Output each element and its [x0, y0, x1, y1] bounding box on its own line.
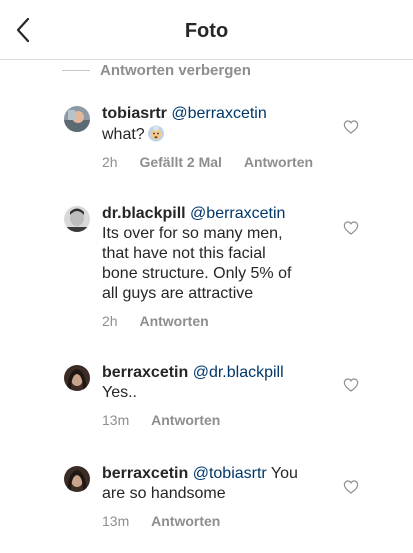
header: Foto — [0, 0, 413, 60]
comment-meta: 13m Antworten — [102, 412, 238, 428]
comment-time: 2h — [102, 154, 118, 170]
avatar[interactable] — [64, 206, 90, 232]
reply-button[interactable]: Antworten — [151, 513, 220, 529]
comment-text: all guys are attractive — [102, 285, 254, 302]
comment-text: Yes.. — [102, 384, 137, 401]
comment-time: 13m — [102, 412, 130, 428]
heart-outline-icon[interactable] — [343, 377, 359, 393]
comment-meta: 13m Antworten — [102, 513, 238, 529]
hide-replies-label: Antworten verbergen — [100, 61, 251, 79]
comment-time: 13m — [102, 513, 130, 529]
comment-body: tobiasrtr @berraxcetin what? — [102, 104, 352, 145]
reply-button[interactable]: Antworten — [151, 412, 220, 428]
heart-outline-icon[interactable] — [343, 220, 359, 236]
comment-username[interactable]: berraxcetin — [102, 465, 188, 482]
comment-text: bone structure. Only 5% of — [102, 265, 292, 282]
comment-text: Its over for so many men, — [102, 225, 283, 242]
heart-outline-icon[interactable] — [343, 479, 359, 495]
comment-meta: 2h Antworten — [102, 313, 227, 329]
comment: tobiasrtr @berraxcetin what? 2h Gefällt … — [64, 104, 364, 174]
comment-body: berraxcetin @tobiasrtr You are so handso… — [102, 464, 352, 504]
comment-time: 2h — [102, 313, 118, 329]
reply-button[interactable]: Antworten — [139, 313, 208, 329]
old-woman-emoji-icon — [147, 125, 164, 142]
comment-text: You — [266, 465, 298, 482]
comment-meta: 2h Gefällt 2 Mal Antworten — [102, 154, 331, 170]
comment-likes[interactable]: Gefällt 2 Mal — [139, 154, 221, 170]
avatar[interactable] — [64, 466, 90, 492]
comment-mention[interactable]: @dr.blackpill — [193, 364, 284, 381]
comment-username[interactable]: dr.blackpill — [102, 205, 186, 222]
comment-text: are so handsome — [102, 485, 226, 502]
comment-body: dr.blackpill @berraxcetin Its over for s… — [102, 204, 352, 304]
comment-text: what? — [102, 126, 145, 143]
comment-mention[interactable]: @berraxcetin — [190, 205, 285, 222]
comment: berraxcetin @dr.blackpill Yes.. 13m Antw… — [64, 363, 364, 433]
divider — [62, 69, 90, 71]
comment: dr.blackpill @berraxcetin Its over for s… — [64, 204, 364, 334]
comment-username[interactable]: tobiasrtr — [102, 105, 167, 122]
avatar[interactable] — [64, 365, 90, 391]
comment-mention[interactable]: @berraxcetin — [171, 105, 266, 122]
comment-username[interactable]: berraxcetin — [102, 364, 188, 381]
reply-button[interactable]: Antworten — [244, 154, 313, 170]
avatar[interactable] — [64, 106, 90, 132]
hide-replies-button[interactable]: Antworten verbergen — [62, 60, 251, 80]
page-title: Foto — [184, 20, 229, 42]
comment: berraxcetin @tobiasrtr You are so handso… — [64, 464, 364, 539]
comment-mention[interactable]: @tobiasrtr — [193, 465, 267, 482]
comment-text: that have not this facial — [102, 245, 266, 262]
heart-outline-icon[interactable] — [343, 119, 359, 135]
comment-body: berraxcetin @dr.blackpill Yes.. — [102, 363, 352, 403]
